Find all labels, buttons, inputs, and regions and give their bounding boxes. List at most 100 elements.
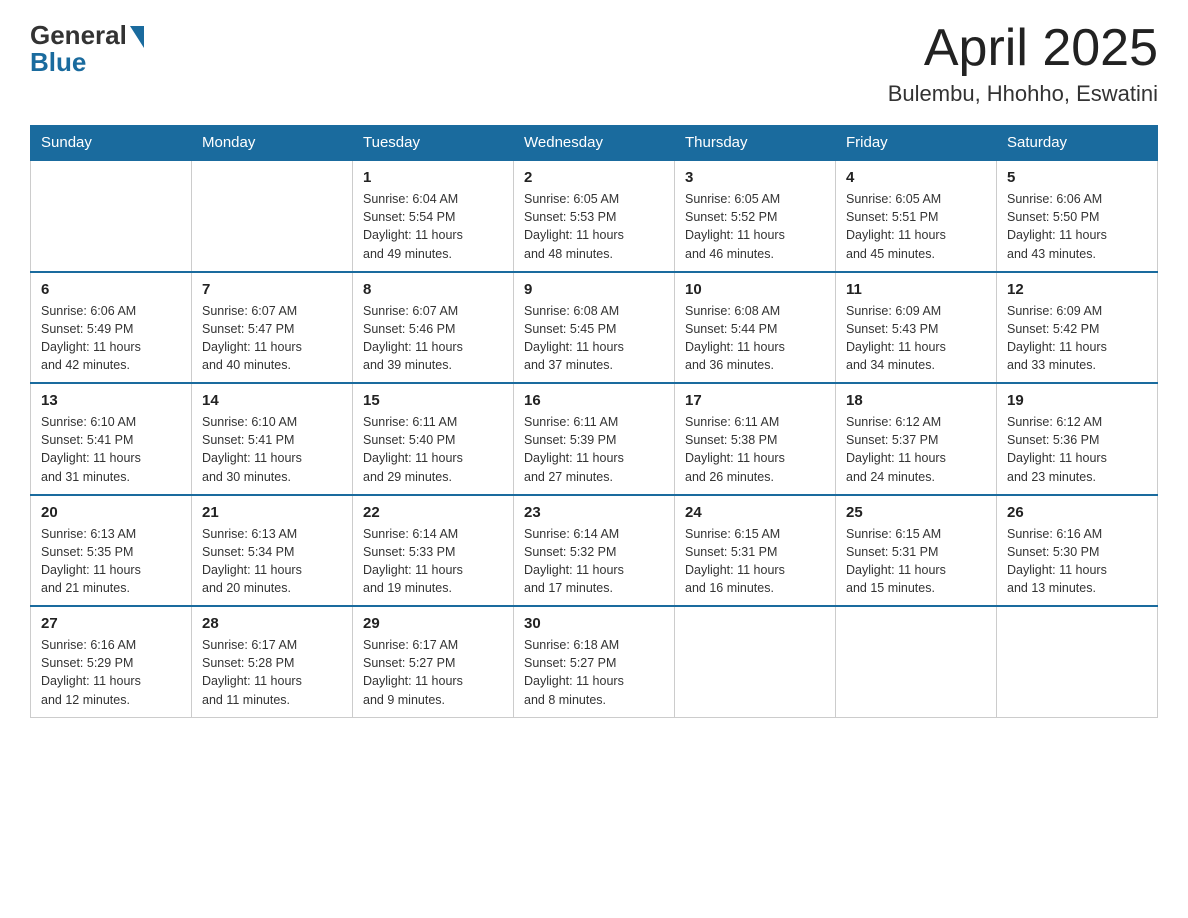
day-number: 11 <box>846 281 986 298</box>
calendar-header-friday: Friday <box>836 126 997 161</box>
day-number: 3 <box>685 169 825 186</box>
day-info: Sunrise: 6:11 AM Sunset: 5:40 PM Dayligh… <box>363 413 503 486</box>
day-number: 10 <box>685 281 825 298</box>
day-info: Sunrise: 6:11 AM Sunset: 5:38 PM Dayligh… <box>685 413 825 486</box>
day-info: Sunrise: 6:05 AM Sunset: 5:51 PM Dayligh… <box>846 190 986 263</box>
day-info: Sunrise: 6:12 AM Sunset: 5:37 PM Dayligh… <box>846 413 986 486</box>
day-number: 15 <box>363 392 503 409</box>
calendar-header-thursday: Thursday <box>675 126 836 161</box>
calendar-cell: 11 Sunrise: 6:09 AM Sunset: 5:43 PM Dayli… <box>836 272 997 384</box>
calendar-cell <box>997 606 1158 717</box>
day-number: 13 <box>41 392 181 409</box>
calendar-cell: 6 Sunrise: 6:06 AM Sunset: 5:49 PM Daylig… <box>31 272 192 384</box>
day-number: 9 <box>524 281 664 298</box>
calendar-cell: 25 Sunrise: 6:15 AM Sunset: 5:31 PM Dayli… <box>836 495 997 607</box>
day-number: 19 <box>1007 392 1147 409</box>
day-info: Sunrise: 6:10 AM Sunset: 5:41 PM Dayligh… <box>202 413 342 486</box>
calendar-cell <box>192 160 353 272</box>
day-info: Sunrise: 6:09 AM Sunset: 5:42 PM Dayligh… <box>1007 302 1147 375</box>
logo: General Blue <box>30 20 144 78</box>
day-number: 25 <box>846 504 986 521</box>
calendar-cell: 24 Sunrise: 6:15 AM Sunset: 5:31 PM Dayli… <box>675 495 836 607</box>
day-info: Sunrise: 6:09 AM Sunset: 5:43 PM Dayligh… <box>846 302 986 375</box>
day-number: 5 <box>1007 169 1147 186</box>
calendar-cell: 18 Sunrise: 6:12 AM Sunset: 5:37 PM Dayli… <box>836 383 997 495</box>
calendar-cell <box>31 160 192 272</box>
logo-triangle-icon <box>130 26 144 48</box>
calendar-header-tuesday: Tuesday <box>353 126 514 161</box>
day-number: 22 <box>363 504 503 521</box>
day-info: Sunrise: 6:15 AM Sunset: 5:31 PM Dayligh… <box>685 525 825 598</box>
calendar-cell: 12 Sunrise: 6:09 AM Sunset: 5:42 PM Dayli… <box>997 272 1158 384</box>
day-info: Sunrise: 6:16 AM Sunset: 5:29 PM Dayligh… <box>41 636 181 709</box>
calendar-header-monday: Monday <box>192 126 353 161</box>
day-number: 18 <box>846 392 986 409</box>
calendar-cell <box>675 606 836 717</box>
day-info: Sunrise: 6:17 AM Sunset: 5:28 PM Dayligh… <box>202 636 342 709</box>
day-number: 4 <box>846 169 986 186</box>
day-info: Sunrise: 6:07 AM Sunset: 5:46 PM Dayligh… <box>363 302 503 375</box>
calendar-cell: 1Sunrise: 6:04 AM Sunset: 5:54 PM Daylig… <box>353 160 514 272</box>
day-info: Sunrise: 6:08 AM Sunset: 5:45 PM Dayligh… <box>524 302 664 375</box>
calendar-cell: 16 Sunrise: 6:11 AM Sunset: 5:39 PM Dayli… <box>514 383 675 495</box>
calendar-cell <box>836 606 997 717</box>
day-number: 21 <box>202 504 342 521</box>
day-number: 20 <box>41 504 181 521</box>
calendar-cell: 7 Sunrise: 6:07 AM Sunset: 5:47 PM Daylig… <box>192 272 353 384</box>
calendar-cell: 28 Sunrise: 6:17 AM Sunset: 5:28 PM Dayli… <box>192 606 353 717</box>
calendar-cell: 3 Sunrise: 6:05 AM Sunset: 5:52 PM Daylig… <box>675 160 836 272</box>
day-info: Sunrise: 6:06 AM Sunset: 5:50 PM Dayligh… <box>1007 190 1147 263</box>
calendar-cell: 23 Sunrise: 6:14 AM Sunset: 5:32 PM Dayli… <box>514 495 675 607</box>
day-info: Sunrise: 6:14 AM Sunset: 5:32 PM Dayligh… <box>524 525 664 598</box>
day-number: 6 <box>41 281 181 298</box>
day-number: 14 <box>202 392 342 409</box>
day-number: 7 <box>202 281 342 298</box>
calendar-cell: 27 Sunrise: 6:16 AM Sunset: 5:29 PM Dayli… <box>31 606 192 717</box>
day-number: 16 <box>524 392 664 409</box>
day-info: Sunrise: 6:16 AM Sunset: 5:30 PM Dayligh… <box>1007 525 1147 598</box>
day-info: Sunrise: 6:18 AM Sunset: 5:27 PM Dayligh… <box>524 636 664 709</box>
day-info: Sunrise: 6:15 AM Sunset: 5:31 PM Dayligh… <box>846 525 986 598</box>
day-number: 12 <box>1007 281 1147 298</box>
day-info: Sunrise: 6:11 AM Sunset: 5:39 PM Dayligh… <box>524 413 664 486</box>
calendar-cell: 26 Sunrise: 6:16 AM Sunset: 5:30 PM Dayli… <box>997 495 1158 607</box>
calendar-cell: 17 Sunrise: 6:11 AM Sunset: 5:38 PM Dayli… <box>675 383 836 495</box>
day-number: 23 <box>524 504 664 521</box>
day-info: Sunrise: 6:13 AM Sunset: 5:34 PM Dayligh… <box>202 525 342 598</box>
calendar-cell: 14 Sunrise: 6:10 AM Sunset: 5:41 PM Dayli… <box>192 383 353 495</box>
calendar-cell: 2 Sunrise: 6:05 AM Sunset: 5:53 PM Daylig… <box>514 160 675 272</box>
day-info: Sunrise: 6:05 AM Sunset: 5:53 PM Dayligh… <box>524 190 664 263</box>
calendar-cell: 5 Sunrise: 6:06 AM Sunset: 5:50 PM Daylig… <box>997 160 1158 272</box>
calendar-cell: 29 Sunrise: 6:17 AM Sunset: 5:27 PM Dayli… <box>353 606 514 717</box>
calendar-header-saturday: Saturday <box>997 126 1158 161</box>
calendar-cell: 4 Sunrise: 6:05 AM Sunset: 5:51 PM Daylig… <box>836 160 997 272</box>
day-info: Sunrise: 6:12 AM Sunset: 5:36 PM Dayligh… <box>1007 413 1147 486</box>
day-number: 28 <box>202 615 342 632</box>
logo-blue-text: Blue <box>30 47 86 78</box>
day-number: 26 <box>1007 504 1147 521</box>
day-number: 29 <box>363 615 503 632</box>
calendar-table: SundayMondayTuesdayWednesdayThursdayFrid… <box>30 125 1158 718</box>
day-info: Sunrise: 6:10 AM Sunset: 5:41 PM Dayligh… <box>41 413 181 486</box>
calendar-cell: 30 Sunrise: 6:18 AM Sunset: 5:27 PM Dayli… <box>514 606 675 717</box>
day-info: Sunrise: 6:05 AM Sunset: 5:52 PM Dayligh… <box>685 190 825 263</box>
calendar-cell: 15 Sunrise: 6:11 AM Sunset: 5:40 PM Dayli… <box>353 383 514 495</box>
day-info: Sunrise: 6:06 AM Sunset: 5:49 PM Dayligh… <box>41 302 181 375</box>
day-info: Sunrise: 6:14 AM Sunset: 5:33 PM Dayligh… <box>363 525 503 598</box>
page-header: General Blue April 2025 Bulembu, Hhohho,… <box>30 20 1158 107</box>
day-number: 2 <box>524 169 664 186</box>
day-number: 30 <box>524 615 664 632</box>
calendar-cell: 13 Sunrise: 6:10 AM Sunset: 5:41 PM Dayli… <box>31 383 192 495</box>
day-info: Sunrise: 6:17 AM Sunset: 5:27 PM Dayligh… <box>363 636 503 709</box>
page-title: April 2025 <box>888 20 1158 77</box>
day-info: Sunrise: 6:13 AM Sunset: 5:35 PM Dayligh… <box>41 525 181 598</box>
day-info: Sunrise: 6:07 AM Sunset: 5:47 PM Dayligh… <box>202 302 342 375</box>
day-number: 27 <box>41 615 181 632</box>
calendar-header-sunday: Sunday <box>31 126 192 161</box>
day-info: Sunrise: 6:08 AM Sunset: 5:44 PM Dayligh… <box>685 302 825 375</box>
day-number: 17 <box>685 392 825 409</box>
page-subtitle: Bulembu, Hhohho, Eswatini <box>888 81 1158 107</box>
calendar-header-wednesday: Wednesday <box>514 126 675 161</box>
calendar-cell: 22 Sunrise: 6:14 AM Sunset: 5:33 PM Dayli… <box>353 495 514 607</box>
day-number: 24 <box>685 504 825 521</box>
